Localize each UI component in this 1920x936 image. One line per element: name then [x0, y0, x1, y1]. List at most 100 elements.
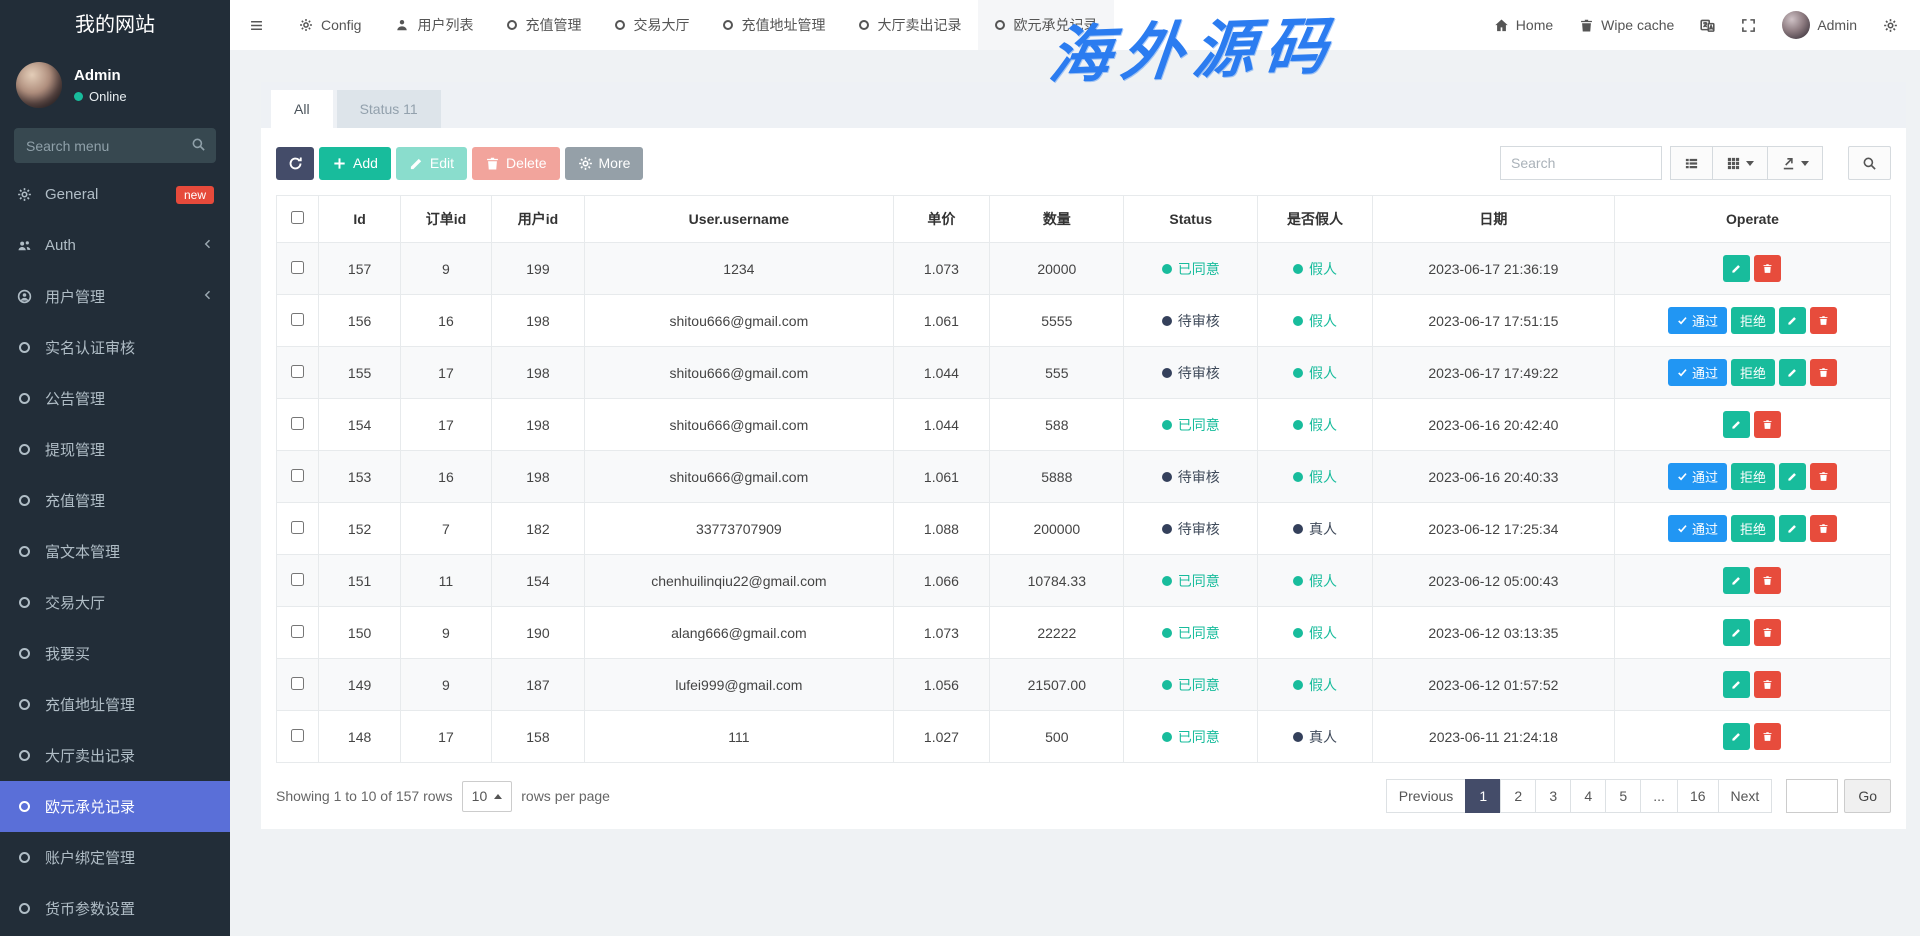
topnav-tab-用户列表[interactable]: 用户列表: [378, 0, 490, 50]
topnav-tab-欧元承兑记录[interactable]: 欧元承兑记录: [978, 0, 1114, 50]
row-checkbox[interactable]: [291, 261, 304, 274]
topnav-tab-充值地址管理[interactable]: 充值地址管理: [706, 0, 842, 50]
page-button-2[interactable]: 2: [1500, 779, 1536, 813]
sidebar-item-富文本管理[interactable]: 富文本管理: [0, 526, 230, 577]
page-button-5[interactable]: 5: [1605, 779, 1641, 813]
sidebar-item-用户管理[interactable]: 用户管理: [0, 271, 230, 322]
row-delete-button[interactable]: [1810, 463, 1837, 490]
search-toggle-button[interactable]: [1848, 146, 1891, 180]
add-button[interactable]: Add: [319, 147, 391, 180]
row-edit-button[interactable]: [1723, 619, 1750, 646]
topnav-tab-交易大厅[interactable]: 交易大厅: [598, 0, 706, 50]
row-edit-button[interactable]: [1779, 359, 1806, 386]
language-button[interactable]: [1700, 18, 1715, 33]
sidebar-item-实名认证审核[interactable]: 实名认证审核: [0, 322, 230, 373]
row-checkbox[interactable]: [291, 469, 304, 482]
sidebar-item-货币参数设置[interactable]: 货币参数设置: [0, 883, 230, 934]
sidebar-item-General[interactable]: Generalnew: [0, 169, 230, 220]
fullscreen-button[interactable]: [1741, 18, 1756, 33]
row-edit-button[interactable]: [1723, 723, 1750, 750]
approve-button[interactable]: 通过: [1668, 359, 1727, 386]
row-checkbox[interactable]: [291, 677, 304, 690]
reject-button[interactable]: 拒绝: [1731, 463, 1775, 490]
sidebar-item-大厅卖出记录[interactable]: 大厅卖出记录: [0, 730, 230, 781]
sidebar-search-input[interactable]: [14, 128, 216, 163]
menu-toggle-icon[interactable]: [230, 0, 282, 50]
sidebar-item-欧元承兑记录[interactable]: 欧元承兑记录: [0, 781, 230, 832]
next-page-button[interactable]: Next: [1718, 779, 1773, 813]
edit-button[interactable]: Edit: [396, 147, 467, 180]
sidebar-item-公告管理[interactable]: 公告管理: [0, 373, 230, 424]
row-checkbox[interactable]: [291, 521, 304, 534]
row-edit-button[interactable]: [1723, 671, 1750, 698]
row-checkbox[interactable]: [291, 313, 304, 326]
select-all-checkbox[interactable]: [291, 211, 304, 224]
page-button-3[interactable]: 3: [1535, 779, 1571, 813]
cell-user-id: 198: [491, 451, 585, 503]
row-checkbox[interactable]: [291, 729, 304, 742]
home-link[interactable]: Home: [1494, 17, 1553, 33]
approve-button[interactable]: 通过: [1668, 463, 1727, 490]
reject-button[interactable]: 拒绝: [1731, 359, 1775, 386]
row-edit-button[interactable]: [1723, 567, 1750, 594]
row-edit-button[interactable]: [1723, 411, 1750, 438]
table-search-input[interactable]: [1500, 146, 1662, 180]
reject-button[interactable]: 拒绝: [1731, 515, 1775, 542]
admin-menu[interactable]: Admin: [1782, 11, 1857, 39]
row-edit-button[interactable]: [1779, 307, 1806, 334]
delete-button[interactable]: Delete: [472, 147, 559, 180]
tab-Status 11[interactable]: Status 11: [337, 90, 441, 128]
row-edit-button[interactable]: [1779, 463, 1806, 490]
row-edit-button[interactable]: [1779, 515, 1806, 542]
online-dot-icon: [74, 92, 83, 101]
tab-All[interactable]: All: [271, 90, 333, 128]
status-dot-icon: [1162, 628, 1172, 638]
reject-button[interactable]: 拒绝: [1731, 307, 1775, 334]
search-icon[interactable]: [191, 137, 206, 152]
detail-view-button[interactable]: [1670, 146, 1713, 180]
user-avatar[interactable]: [16, 62, 62, 108]
export-dropdown-button[interactable]: [1767, 146, 1823, 180]
circle-o-icon: [723, 20, 733, 30]
row-delete-button[interactable]: [1754, 671, 1781, 698]
settings-button[interactable]: [1883, 18, 1898, 33]
columns-dropdown-button[interactable]: [1712, 146, 1768, 180]
topnav-tab-Config[interactable]: Config: [282, 0, 378, 50]
sidebar-item-充值管理[interactable]: 充值管理: [0, 475, 230, 526]
row-delete-button[interactable]: [1810, 307, 1837, 334]
row-delete-button[interactable]: [1754, 255, 1781, 282]
row-checkbox[interactable]: [291, 625, 304, 638]
page-button-4[interactable]: 4: [1570, 779, 1606, 813]
sidebar-item-账户绑定管理[interactable]: 账户绑定管理: [0, 832, 230, 883]
row-edit-button[interactable]: [1723, 255, 1750, 282]
page-ellipsis[interactable]: ...: [1640, 779, 1678, 813]
more-button[interactable]: More: [565, 147, 644, 180]
sidebar-item-交易大厅[interactable]: 交易大厅: [0, 577, 230, 628]
row-checkbox[interactable]: [291, 365, 304, 378]
row-checkbox[interactable]: [291, 573, 304, 586]
row-delete-button[interactable]: [1754, 567, 1781, 594]
row-delete-button[interactable]: [1754, 411, 1781, 438]
row-delete-button[interactable]: [1810, 359, 1837, 386]
sidebar-item-我要买[interactable]: 我要买: [0, 628, 230, 679]
row-checkbox[interactable]: [291, 417, 304, 430]
page-size-dropdown[interactable]: 10: [462, 781, 513, 812]
go-button[interactable]: Go: [1844, 779, 1891, 813]
page-button-16[interactable]: 16: [1677, 779, 1719, 813]
sidebar-item-充值地址管理[interactable]: 充值地址管理: [0, 679, 230, 730]
topnav-tab-大厅卖出记录[interactable]: 大厅卖出记录: [842, 0, 978, 50]
row-delete-button[interactable]: [1810, 515, 1837, 542]
approve-button[interactable]: 通过: [1668, 515, 1727, 542]
wipe-cache-link[interactable]: Wipe cache: [1579, 17, 1674, 33]
refresh-button[interactable]: [276, 147, 314, 180]
sidebar-item-提现管理[interactable]: 提现管理: [0, 424, 230, 475]
sidebar-item-Auth[interactable]: Auth: [0, 220, 230, 271]
previous-page-button[interactable]: Previous: [1386, 779, 1466, 813]
row-delete-button[interactable]: [1754, 723, 1781, 750]
topnav-tab-充值管理[interactable]: 充值管理: [490, 0, 598, 50]
cell-status: 已同意: [1124, 711, 1258, 763]
page-button-1[interactable]: 1: [1465, 779, 1501, 813]
goto-page-input[interactable]: [1786, 779, 1838, 813]
approve-button[interactable]: 通过: [1668, 307, 1727, 334]
row-delete-button[interactable]: [1754, 619, 1781, 646]
